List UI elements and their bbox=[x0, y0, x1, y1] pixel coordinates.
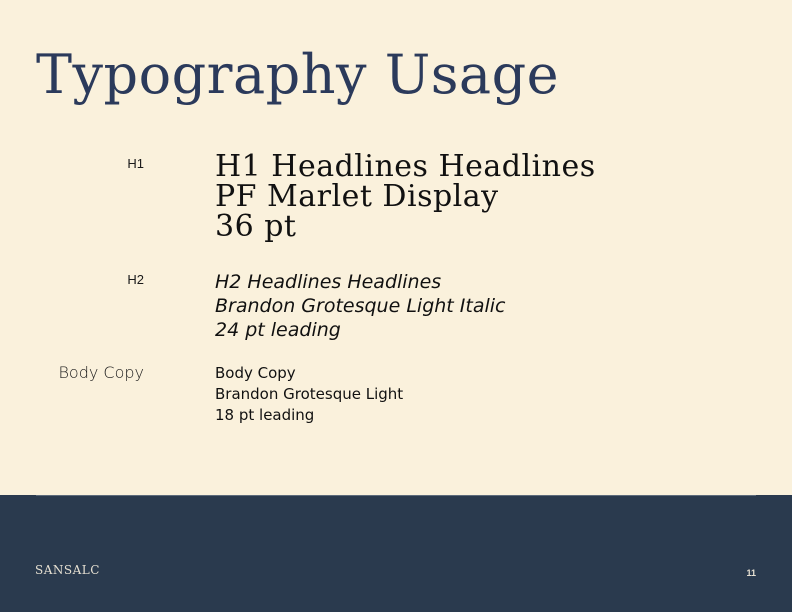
body-copy-sample-line: Brandon Grotesque Light bbox=[215, 385, 404, 403]
h2-row-label: H2 bbox=[127, 272, 144, 287]
page-number: 11 bbox=[746, 568, 756, 578]
slide-title: Typography Usage bbox=[36, 43, 560, 106]
body-copy-sample-line: Body Copy bbox=[215, 364, 296, 382]
h2-sample-line: Brandon Grotesque Light Italic bbox=[215, 295, 506, 317]
h2-sample-line: H2 Headlines Headlines bbox=[215, 271, 442, 293]
h1-sample-line: 36 pt bbox=[215, 209, 297, 244]
slide-page: Typography Usage H1 H1 Headlines Headlin… bbox=[0, 0, 792, 612]
body-copy-sample: Body Copy Brandon Grotesque Light 18 pt … bbox=[215, 363, 403, 426]
footer-divider bbox=[36, 495, 756, 496]
h1-sample: H1 Headlines Headlines PF Marlet Display… bbox=[215, 152, 596, 242]
h1-sample-line: H1 Headlines Headlines bbox=[215, 149, 596, 184]
h2-sample: H2 Headlines Headlines Brandon Grotesque… bbox=[215, 270, 505, 342]
h2-sample-line: 24 pt leading bbox=[215, 319, 341, 341]
body-copy-sample-line: 18 pt leading bbox=[215, 406, 315, 424]
h1-row-label: H1 bbox=[127, 156, 144, 171]
brand-logo: SANSALC bbox=[35, 563, 100, 577]
body-copy-row-label: Body Copy bbox=[58, 363, 144, 382]
footer-band bbox=[0, 495, 792, 612]
h1-sample-line: PF Marlet Display bbox=[215, 179, 499, 214]
